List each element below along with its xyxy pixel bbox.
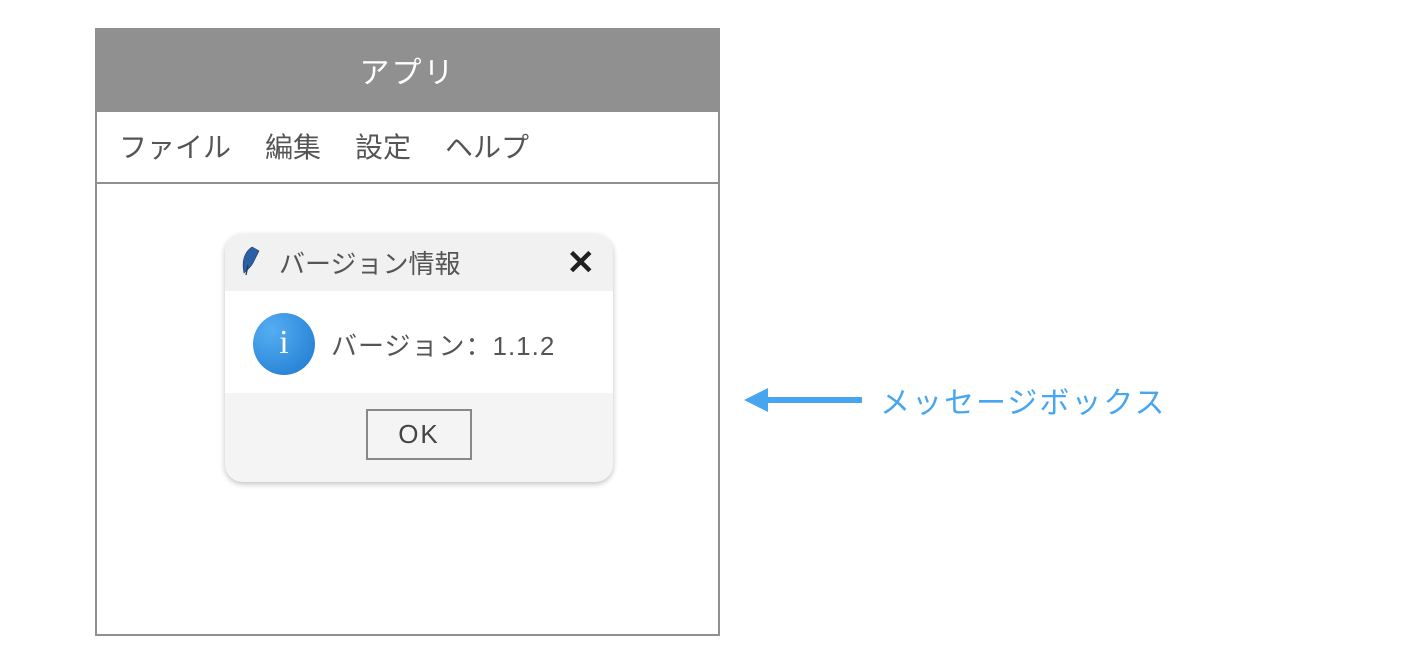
app-window: アプリ ファイル 編集 設定 ヘルプ バージョン情報 ✕ i バージョン：1. (95, 28, 720, 636)
menu-file[interactable]: ファイル (119, 126, 231, 166)
window-title-bar: アプリ (97, 30, 718, 112)
annotation-label: メッセージボックス (880, 378, 1167, 422)
window-title: アプリ (360, 57, 456, 90)
close-icon[interactable]: ✕ (567, 246, 596, 280)
message-box: バージョン情報 ✕ i バージョン：1.1.2 OK (225, 234, 613, 482)
arrow-icon (744, 380, 862, 420)
annotation: メッセージボックス (744, 378, 1167, 422)
menu-settings[interactable]: 設定 (355, 126, 411, 166)
message-box-message: バージョン：1.1.2 (331, 326, 555, 363)
ok-button[interactable]: OK (366, 409, 472, 460)
message-box-title: バージョン情報 (279, 244, 553, 281)
info-icon: i (253, 313, 315, 375)
message-box-body: i バージョン：1.1.2 (225, 291, 613, 393)
menu-edit[interactable]: 編集 (265, 126, 321, 166)
message-box-header: バージョン情報 ✕ (225, 234, 613, 291)
client-area: バージョン情報 ✕ i バージョン：1.1.2 OK (97, 184, 718, 634)
menu-bar: ファイル 編集 設定 ヘルプ (97, 112, 718, 184)
feather-icon (239, 245, 265, 281)
menu-help[interactable]: ヘルプ (445, 126, 529, 166)
message-box-footer: OK (225, 393, 613, 482)
